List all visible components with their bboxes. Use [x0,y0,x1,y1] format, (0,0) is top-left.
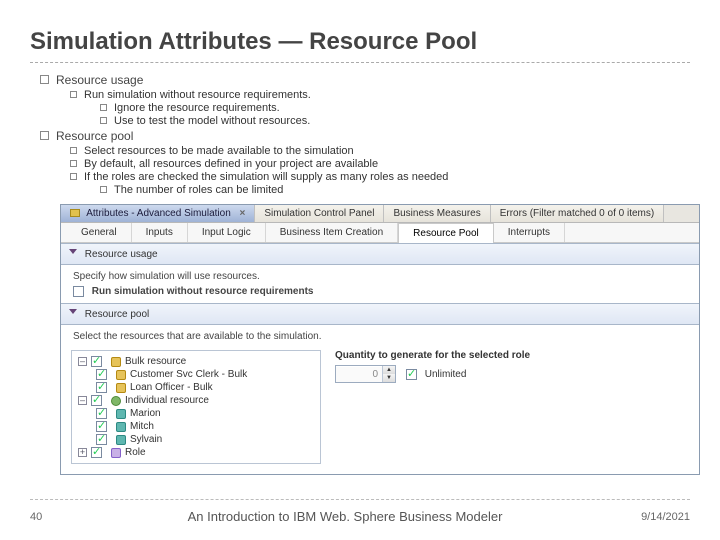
bullet-lv2: If the roles are checked the simulation … [70,171,690,183]
chevron-down-icon [69,249,77,258]
person-icon [116,435,126,445]
close-icon[interactable]: × [240,208,246,219]
quantity-input[interactable] [336,367,382,382]
person-icon [116,422,126,432]
role-icon [111,448,121,458]
collapse-icon[interactable]: – [78,396,87,405]
tree-checkbox[interactable] [91,447,102,458]
collapse-icon[interactable]: – [78,357,87,366]
resource-pool-caption: Select the resources that are available … [73,331,687,342]
footer-divider [30,499,690,500]
slide-title: Simulation Attributes — Resource Pool [30,28,690,56]
tree-node-individual-resource[interactable]: – Individual resource [78,394,314,407]
tree-checkbox[interactable] [96,369,107,380]
person-icon [116,409,126,419]
unlimited-checkbox[interactable] [406,369,417,380]
run-without-resources-label: Run simulation without resource requirem… [92,286,314,297]
tree-node-role[interactable]: + Role [78,446,314,459]
bulk-resource-icon [111,357,121,367]
tab-errors[interactable]: Errors (Filter matched 0 of 0 items) [491,205,664,222]
quantity-stepper[interactable]: ▲ ▼ [335,365,396,383]
bullet-lv1: Resource pool [40,129,690,143]
resource-tree[interactable]: – Bulk resource Customer Svc Clerk - Bul… [71,350,321,464]
chevron-down-icon [69,309,77,318]
bullet-lv2: Run simulation without resource requirem… [70,89,690,101]
bullet-lv3: The number of roles can be limited [100,184,690,196]
section-resource-pool-header[interactable]: Resource pool [61,303,699,325]
footer-title: An Introduction to IBM Web. Sphere Busin… [80,509,610,524]
tab-attributes-advanced-simulation[interactable]: Attributes - Advanced Simulation × [61,205,255,222]
footer-date: 9/14/2021 [610,511,690,523]
view-tabs: Attributes - Advanced Simulation × Simul… [61,205,699,223]
tab-business-item-creation[interactable]: Business Item Creation [266,223,398,242]
tree-node[interactable]: Loan Officer - Bulk [78,381,314,394]
tree-checkbox[interactable] [91,395,102,406]
expand-icon[interactable]: + [78,448,87,457]
run-without-resources-checkbox[interactable] [73,286,84,297]
tab-interrupts[interactable]: Interrupts [494,223,565,242]
tree-checkbox[interactable] [96,408,107,419]
tree-checkbox[interactable] [96,382,107,393]
bullet-lv2: Select resources to be made available to… [70,145,690,157]
attributes-panel: Attributes - Advanced Simulation × Simul… [60,204,700,475]
tree-node[interactable]: Mitch [78,420,314,433]
tree-node[interactable]: Sylvain [78,433,314,446]
tree-checkbox[interactable] [96,434,107,445]
tree-node[interactable]: Marion [78,407,314,420]
stepper-down-icon[interactable]: ▼ [383,374,395,382]
individual-resource-icon [111,396,121,406]
section-resource-usage-header[interactable]: Resource usage [61,243,699,265]
tab-general[interactable]: General [67,223,132,242]
property-tabs: General Inputs Input Logic Business Item… [61,223,699,243]
resource-usage-caption: Specify how simulation will use resource… [73,271,687,282]
bullet-lv3: Ignore the resource requirements. [100,102,690,114]
tree-checkbox[interactable] [91,356,102,367]
quantity-label: Quantity to generate for the selected ro… [335,350,689,361]
tree-node-bulk-resource[interactable]: – Bulk resource [78,355,314,368]
bullet-lv3: Use to test the model without resources. [100,115,690,127]
tab-input-logic[interactable]: Input Logic [188,223,266,242]
tree-node[interactable]: Customer Svc Clerk - Bulk [78,368,314,381]
page-number: 40 [30,511,80,523]
folder-icon [70,209,80,217]
stepper-up-icon[interactable]: ▲ [383,366,395,374]
resource-icon [116,383,126,393]
tree-checkbox[interactable] [96,421,107,432]
tab-simulation-control-panel[interactable]: Simulation Control Panel [255,205,384,222]
tab-business-measures[interactable]: Business Measures [384,205,490,222]
bullet-lv2: By default, all resources defined in you… [70,158,690,170]
divider [30,62,690,63]
tab-resource-pool[interactable]: Resource Pool [398,223,494,243]
bullet-lv1: Resource usage [40,73,690,87]
tab-inputs[interactable]: Inputs [132,223,188,242]
resource-icon [116,370,126,380]
unlimited-label: Unlimited [425,369,467,380]
